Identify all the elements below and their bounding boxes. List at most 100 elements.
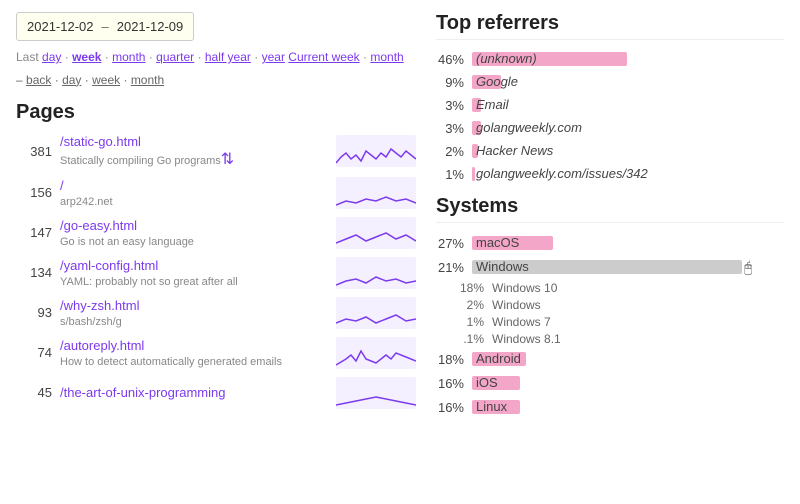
- system-bar-container: Windows🖰: [472, 257, 772, 277]
- referrer-pct: 3%: [436, 121, 464, 136]
- system-row: 27% macOS: [436, 233, 784, 253]
- page-count: 156: [16, 185, 52, 200]
- system-sub-label: Windows: [492, 298, 541, 312]
- sparkline-container: [336, 297, 416, 329]
- page-count: 134: [16, 265, 52, 280]
- period-week[interactable]: week: [72, 50, 101, 64]
- referrer-label[interactable]: Email: [476, 97, 509, 112]
- system-label[interactable]: iOS: [476, 375, 498, 390]
- back-link[interactable]: back: [26, 73, 51, 87]
- referrer-bar-container: golangweekly.com/issues/342: [472, 165, 632, 183]
- page-link[interactable]: /the-art-of-unix-programming: [60, 385, 328, 400]
- system-row: 21%Windows🖰: [436, 257, 784, 277]
- referrer-bar: [472, 167, 475, 181]
- referrer-bar-container: Google: [472, 73, 632, 91]
- system-bar-container: Android: [472, 349, 772, 369]
- page-link[interactable]: /why-zsh.html: [60, 298, 328, 313]
- system-bar-container: macOS: [472, 233, 772, 253]
- sort-icon[interactable]: ⇅: [221, 151, 234, 168]
- pages-title: Pages: [16, 101, 416, 124]
- page-link[interactable]: /: [60, 178, 328, 193]
- system-sub-label: Windows 10: [492, 281, 557, 295]
- page-count: 147: [16, 225, 52, 240]
- page-count: 93: [16, 305, 52, 320]
- period-links-row1: Last day · week · month · quarter · half…: [16, 47, 416, 69]
- period-month[interactable]: month: [112, 50, 145, 64]
- referrer-row: 46% (unknown): [436, 50, 784, 68]
- date-start: 2021-12-02: [27, 19, 94, 34]
- sparkline-container: [336, 337, 416, 369]
- systems-title: Systems: [436, 195, 784, 223]
- referrer-bar-container: Hacker News: [472, 142, 632, 160]
- page-link[interactable]: /yaml-config.html: [60, 258, 328, 273]
- referrer-row: 3%Email: [436, 96, 784, 114]
- referrer-label[interactable]: Hacker News: [476, 143, 553, 158]
- referrer-label[interactable]: golangweekly.com/issues/342: [476, 166, 648, 181]
- last-label: Last: [16, 50, 42, 64]
- referrer-pct: 1%: [436, 167, 464, 182]
- page-desc: Statically compiling Go programs: [60, 155, 221, 167]
- page-row: 134/yaml-config.htmlYAML: probably not s…: [16, 257, 416, 289]
- systems-section: Systems 27%macOS21%Windows🖰18%Windows 10…: [436, 195, 784, 417]
- system-pct: 27%: [436, 236, 464, 251]
- back-month[interactable]: month: [131, 73, 164, 87]
- page-desc: s/bash/zsh/g: [60, 316, 122, 328]
- page-info: /the-art-of-unix-programming: [60, 385, 328, 400]
- referrer-pct: 2%: [436, 144, 464, 159]
- back-week[interactable]: week: [92, 73, 120, 87]
- back-day[interactable]: day: [62, 73, 81, 87]
- referrer-bar-container: golangweekly.com: [472, 119, 632, 137]
- page-info: /go-easy.html Go is not an easy language: [60, 218, 328, 248]
- page-info: /why-zsh.html s/bash/zsh/g: [60, 298, 328, 328]
- referrer-row: 3% golangweekly.com: [436, 119, 784, 137]
- referrers-list: 46% (unknown) 9% Google 3%Email 3% golangweekl…: [436, 50, 784, 183]
- page-desc: Go is not an easy language: [60, 236, 194, 248]
- date-end: 2021-12-09: [117, 19, 184, 34]
- period-quarter[interactable]: quarter: [156, 50, 194, 64]
- system-sub-row: 18%Windows 10: [436, 281, 784, 295]
- pages-list: 381/static-go.htmlStatically compiling G…: [16, 134, 416, 409]
- system-label[interactable]: Linux: [476, 399, 507, 414]
- referrer-row: 1% golangweekly.com/issues/342: [436, 165, 784, 183]
- page-desc: How to detect automatically generated em…: [60, 356, 282, 368]
- referrer-label[interactable]: (unknown): [476, 51, 537, 66]
- page-link[interactable]: /autoreply.html: [60, 338, 328, 353]
- sparkline-container: [336, 177, 416, 209]
- system-row: 18% Android: [436, 349, 784, 369]
- page-desc: arp242.net: [60, 196, 113, 208]
- referrer-label[interactable]: golangweekly.com: [476, 120, 582, 135]
- system-sub-pct: 1%: [456, 315, 484, 329]
- system-bar-container: Linux: [472, 397, 772, 417]
- system-sub-pct: .1%: [456, 332, 484, 346]
- page-count: 45: [16, 385, 52, 400]
- system-sub-row: 2% Windows: [436, 298, 784, 312]
- page-row: 156 / arp242.net: [16, 177, 416, 209]
- system-label[interactable]: macOS: [476, 235, 519, 250]
- date-range-box[interactable]: 2021-12-02 – 2021-12-09: [16, 12, 194, 41]
- system-pct: 16%: [436, 400, 464, 415]
- sparkline-container: [336, 135, 416, 167]
- system-sub-pct: 2%: [456, 298, 484, 312]
- system-row: 16% Linux: [436, 397, 784, 417]
- page-info: /yaml-config.htmlYAML: probably not so g…: [60, 258, 328, 288]
- period-half-year[interactable]: half year: [205, 50, 251, 64]
- referrer-pct: 9%: [436, 75, 464, 90]
- current-month-link[interactable]: month: [370, 50, 403, 64]
- system-label[interactable]: Windows: [476, 259, 529, 274]
- page-info: /autoreply.html How to detect automatical…: [60, 338, 328, 368]
- system-label[interactable]: Android: [476, 351, 521, 366]
- page-link[interactable]: /static-go.html: [60, 134, 328, 149]
- sparkline-container: [336, 257, 416, 289]
- period-day[interactable]: day: [42, 50, 61, 64]
- referrer-label[interactable]: Google: [476, 74, 518, 89]
- page-link[interactable]: /go-easy.html: [60, 218, 328, 233]
- referrer-pct: 46%: [436, 52, 464, 67]
- system-sub-label: Windows 7: [492, 315, 551, 329]
- period-year[interactable]: year: [262, 50, 285, 64]
- system-row: 16%iOS: [436, 373, 784, 393]
- page-row: 381/static-go.htmlStatically compiling G…: [16, 134, 416, 169]
- page-row: 74/autoreply.htmlHow to detect automatic…: [16, 337, 416, 369]
- system-sub-label: Windows 8.1: [492, 332, 561, 346]
- current-week-link[interactable]: Current week: [288, 50, 359, 64]
- system-pct: 18%: [436, 352, 464, 367]
